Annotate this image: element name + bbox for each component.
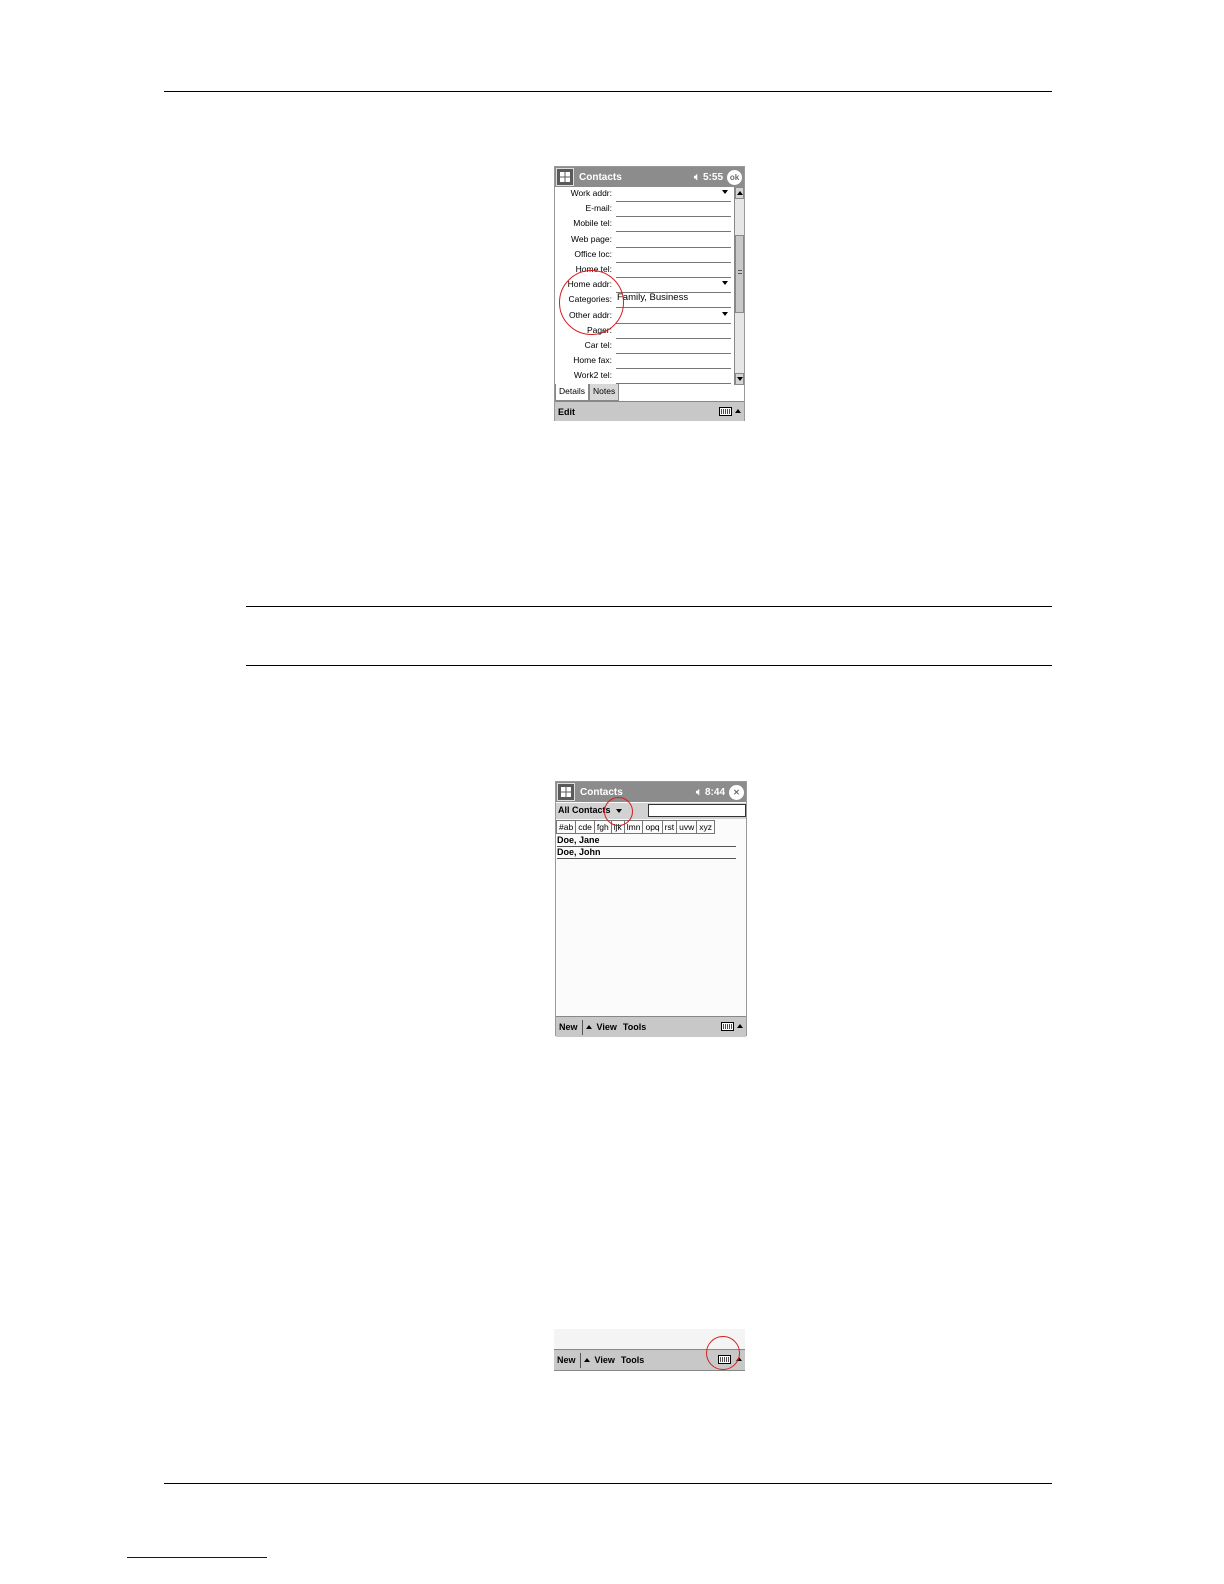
field-label: Work addr:: [570, 188, 612, 198]
alpha-tab[interactable]: #ab: [556, 820, 577, 834]
command-bar: Edit: [555, 401, 744, 421]
alpha-tab[interactable]: cde: [576, 820, 595, 834]
field-row[interactable]: Car tel:: [555, 339, 735, 354]
clock[interactable]: 🔈︎ 8:44: [696, 787, 725, 798]
field-label: Web page:: [571, 233, 612, 244]
menu-separator: [581, 1019, 583, 1035]
app-title: Contacts: [580, 786, 623, 798]
start-menu-icon[interactable]: [557, 783, 575, 801]
close-icon[interactable]: ✕: [729, 784, 744, 800]
menu-arrow-icon: [585, 1024, 592, 1029]
field-label: Office loc:: [574, 248, 612, 259]
view-menu[interactable]: View: [592, 1355, 618, 1365]
field-row[interactable]: Work addr:: [555, 187, 735, 202]
keyboard-icon[interactable]: [719, 407, 732, 416]
alpha-tab[interactable]: xyz: [697, 820, 715, 834]
new-button[interactable]: New: [556, 1022, 581, 1032]
footer-rule: [164, 1483, 1052, 1484]
title-bar: Contacts 🔈︎ 5:55 ok: [555, 167, 744, 187]
field-row[interactable]: Mobile tel:: [555, 217, 735, 233]
command-bar-screenshot: New View Tools: [554, 1329, 745, 1371]
menu-separator: [579, 1352, 581, 1368]
field-row[interactable]: Web page:: [555, 233, 735, 248]
new-button[interactable]: New: [554, 1355, 579, 1365]
vertical-scrollbar[interactable]: [734, 187, 744, 385]
alpha-tab[interactable]: opq: [643, 820, 663, 834]
ok-button[interactable]: ok: [727, 169, 742, 185]
field-label: E-mail:: [585, 203, 612, 214]
field-row[interactable]: Work2 tel:: [555, 369, 735, 385]
detail-tabs: Details Notes: [555, 384, 620, 401]
contact-details-screenshot: Contacts 🔈︎ 5:55 ok Work addr: E-mail: Mob…: [554, 166, 745, 421]
filter-bar: All Contacts: [556, 803, 746, 819]
find-name-input[interactable]: [648, 804, 746, 817]
tools-menu[interactable]: Tools: [618, 1355, 647, 1365]
footer-link-underline[interactable]: [127, 1557, 267, 1558]
header-rule: [164, 91, 1052, 92]
contact-list-item[interactable]: Doe, Jane: [557, 835, 736, 847]
app-title: Contacts: [579, 171, 622, 183]
title-bar: Contacts 🔈︎ 8:44 ✕: [556, 782, 746, 802]
highlight-circle: [559, 270, 624, 335]
note-rule-top: [246, 606, 1052, 607]
contact-list-screenshot: Contacts 🔈︎ 8:44 ✕ All Contacts #ab cde fg…: [555, 781, 747, 1037]
field-row[interactable]: E-mail:: [555, 202, 735, 218]
chevron-down-icon[interactable]: [722, 190, 728, 194]
keyboard-icon[interactable]: [721, 1022, 734, 1031]
speaker-icon[interactable]: 🔈︎: [696, 787, 702, 798]
scroll-thumb[interactable]: [735, 235, 744, 313]
tools-menu[interactable]: Tools: [620, 1022, 649, 1032]
highlight-circle: [706, 1336, 740, 1370]
tab-details[interactable]: Details: [555, 384, 589, 401]
clock-time: 8:44: [704, 786, 725, 798]
field-label: Home fax:: [573, 355, 612, 366]
scroll-up-button[interactable]: [735, 187, 744, 199]
tab-notes[interactable]: Notes: [588, 384, 620, 401]
chevron-down-icon[interactable]: [722, 281, 728, 286]
field-label: Mobile tel:: [573, 218, 612, 229]
clock[interactable]: 🔈︎ 5:55: [694, 172, 723, 183]
scroll-down-button[interactable]: [735, 373, 744, 385]
input-panel-arrow-icon[interactable]: [737, 1024, 743, 1028]
menu-arrow-icon: [583, 1357, 590, 1362]
highlight-circle: [604, 797, 633, 826]
input-panel-arrow-icon[interactable]: [735, 409, 741, 413]
field-input-line[interactable]: [616, 383, 731, 385]
chevron-down-icon[interactable]: [722, 311, 728, 316]
clock-time: 5:55: [702, 171, 723, 183]
command-bar: New View Tools: [556, 1016, 746, 1037]
alphabet-tabs: #ab cde fgh ijk lmn opq rst uvw xyz: [556, 820, 715, 834]
alpha-tab[interactable]: uvw: [677, 820, 698, 834]
start-menu-icon[interactable]: [556, 168, 574, 186]
view-menu[interactable]: View: [594, 1022, 620, 1032]
field-label: Car tel:: [584, 340, 612, 350]
alpha-tab[interactable]: rst: [662, 820, 678, 834]
field-label: Work2 tel:: [573, 370, 612, 381]
field-value[interactable]: Family, Business: [617, 292, 688, 303]
speaker-icon[interactable]: 🔈︎: [694, 172, 700, 183]
field-row[interactable]: Home fax:: [555, 354, 735, 370]
note-rule-bottom: [246, 665, 1052, 666]
contact-list-item[interactable]: Doe, John: [557, 847, 736, 859]
edit-menu[interactable]: Edit: [555, 407, 578, 417]
field-row[interactable]: Office loc:: [555, 248, 735, 263]
category-filter-label: All Contacts: [558, 805, 611, 815]
